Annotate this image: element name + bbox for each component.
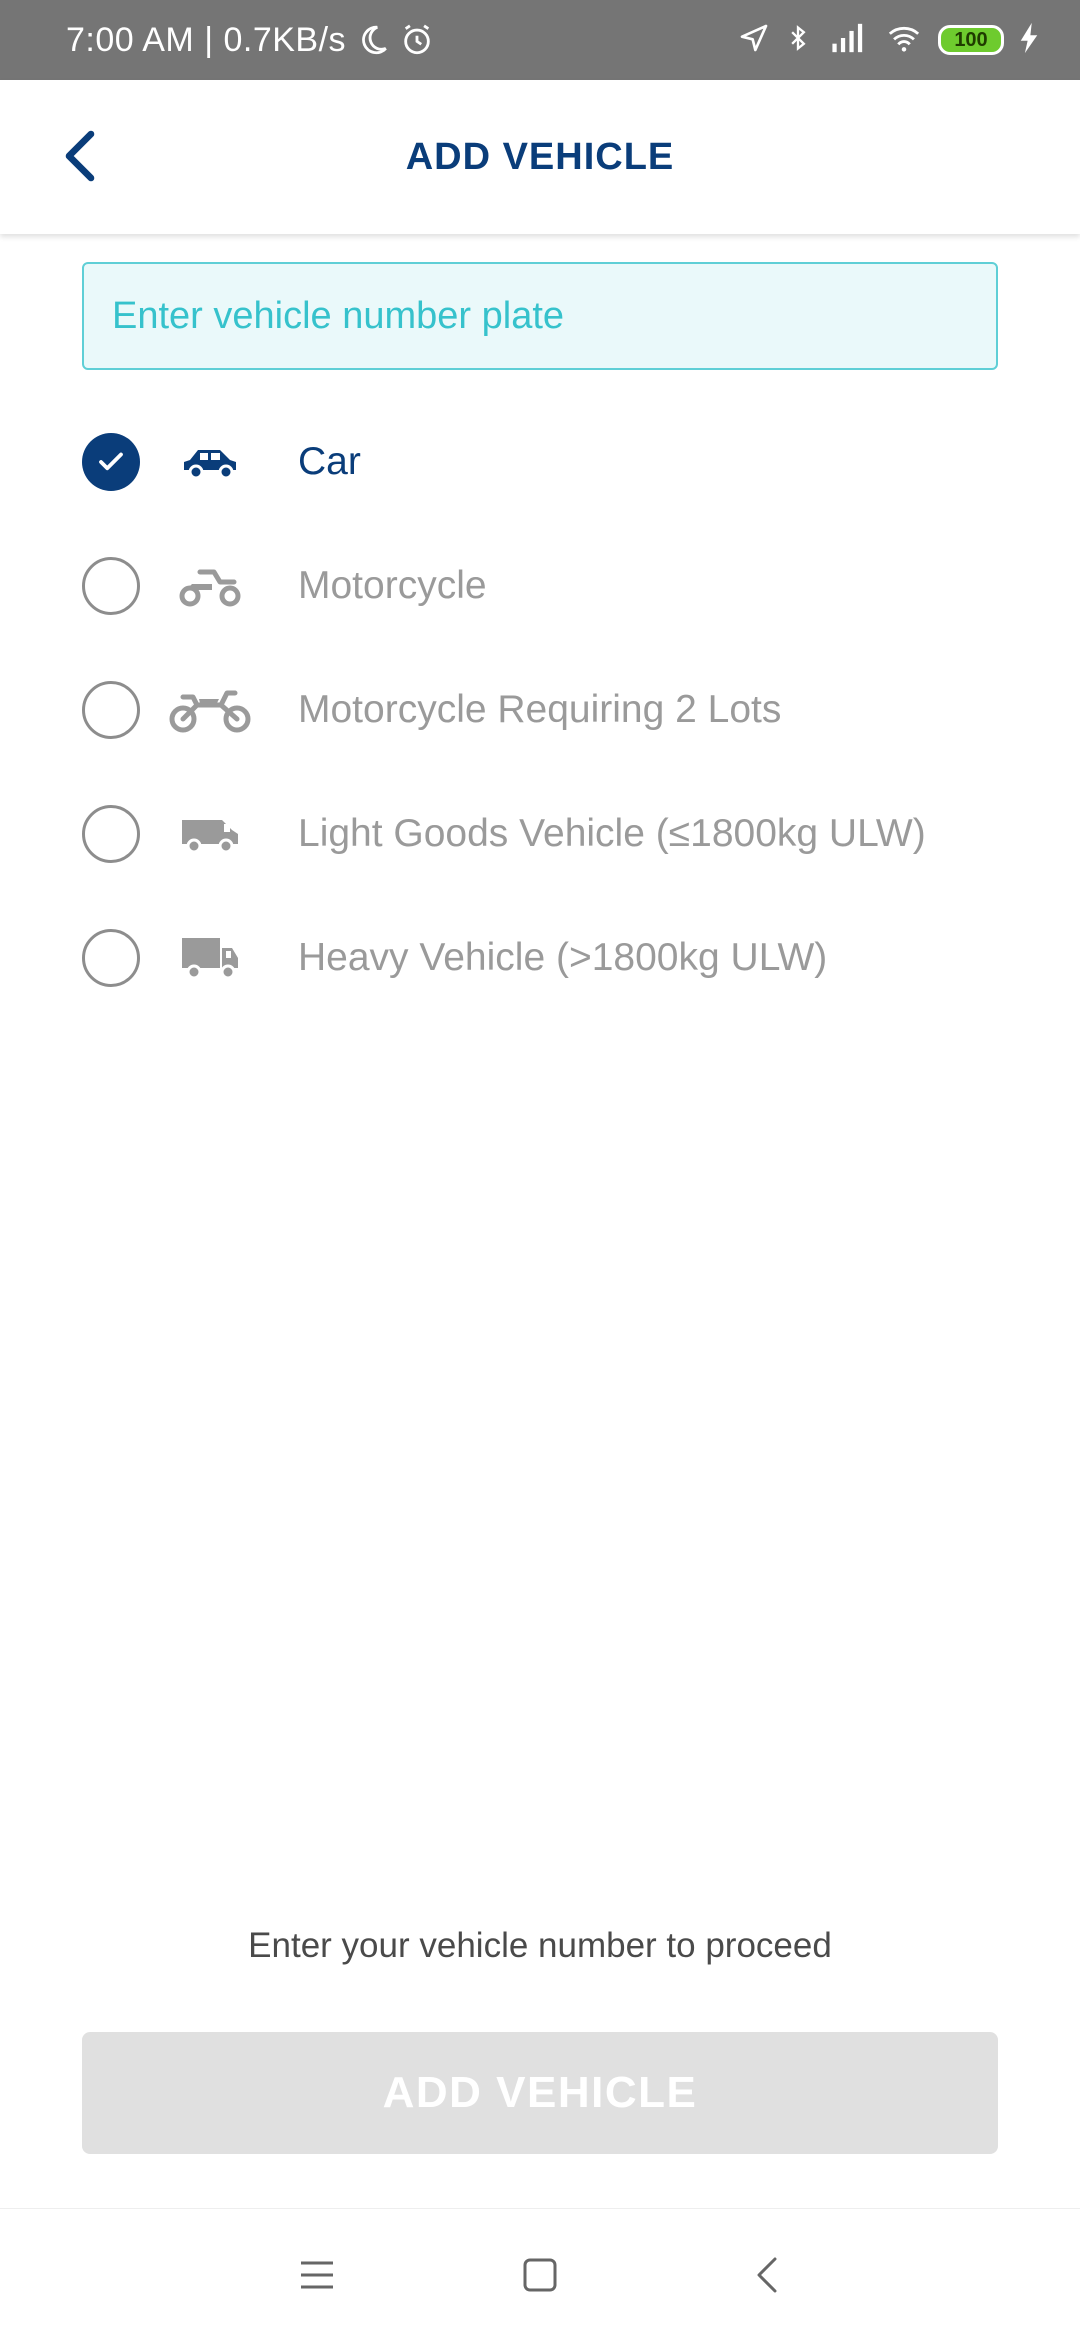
- location-icon: [738, 22, 770, 59]
- back-icon[interactable]: [737, 2245, 797, 2305]
- app-header: ADD VEHICLE: [0, 80, 1080, 234]
- charging-icon: [1018, 21, 1040, 60]
- radio-unchecked[interactable]: [82, 929, 140, 987]
- signal-icon: [826, 21, 870, 60]
- vehicle-option-label: Car: [298, 440, 361, 483]
- menu-icon[interactable]: [287, 2245, 347, 2305]
- motorcycle-icon: [162, 685, 258, 735]
- page-title: ADD VEHICLE: [405, 135, 675, 178]
- vehicle-type-list: Car Motorcycle Motorcycle Requiring 2 Lo…: [82, 400, 998, 1020]
- scooter-icon: [162, 564, 258, 608]
- home-icon[interactable]: [510, 2245, 570, 2305]
- vehicle-plate-input[interactable]: [82, 262, 998, 370]
- van-icon: [162, 812, 258, 856]
- chevron-left-icon: [65, 130, 95, 182]
- vehicle-option-motorcycle-2-lots[interactable]: Motorcycle Requiring 2 Lots: [82, 648, 998, 772]
- moon-icon: [356, 23, 390, 57]
- system-nav-bar: [0, 2208, 1080, 2340]
- vehicle-option-label: Motorcycle: [298, 564, 487, 607]
- radio-checked[interactable]: [82, 433, 140, 491]
- vehicle-option-label: Motorcycle Requiring 2 Lots: [298, 688, 782, 731]
- battery-icon: 100: [938, 25, 1004, 55]
- back-button[interactable]: [40, 116, 120, 196]
- wifi-icon: [884, 21, 924, 60]
- vehicle-option-label: Light Goods Vehicle (≤1800kg ULW): [298, 812, 926, 855]
- status-bar: 7:00 AM | 0.7KB/s 100: [0, 0, 1080, 80]
- vehicle-option-light-goods[interactable]: Light Goods Vehicle (≤1800kg ULW): [82, 772, 998, 896]
- radio-unchecked[interactable]: [82, 681, 140, 739]
- status-time: 7:00 AM | 0.7KB/s: [66, 20, 347, 59]
- car-icon: [162, 442, 258, 482]
- hint-text: Enter your vehicle number to proceed: [248, 1926, 832, 1965]
- truck-icon: [162, 934, 258, 982]
- radio-unchecked[interactable]: [82, 557, 140, 615]
- check-icon: [99, 452, 123, 471]
- vehicle-option-car[interactable]: Car: [82, 400, 998, 524]
- vehicle-option-label: Heavy Vehicle (>1800kg ULW): [298, 936, 828, 979]
- add-vehicle-screen: 7:00 AM | 0.7KB/s 100 ADD VEHICLE Enter …: [0, 0, 1080, 2340]
- vehicle-option-heavy[interactable]: Heavy Vehicle (>1800kg ULW): [82, 896, 998, 1020]
- alarm-icon: [400, 23, 434, 57]
- radio-unchecked[interactable]: [82, 805, 140, 863]
- bluetooth-icon: [784, 21, 812, 60]
- vehicle-option-motorcycle[interactable]: Motorcycle: [82, 524, 998, 648]
- add-vehicle-button[interactable]: ADD VEHICLE: [82, 2032, 998, 2154]
